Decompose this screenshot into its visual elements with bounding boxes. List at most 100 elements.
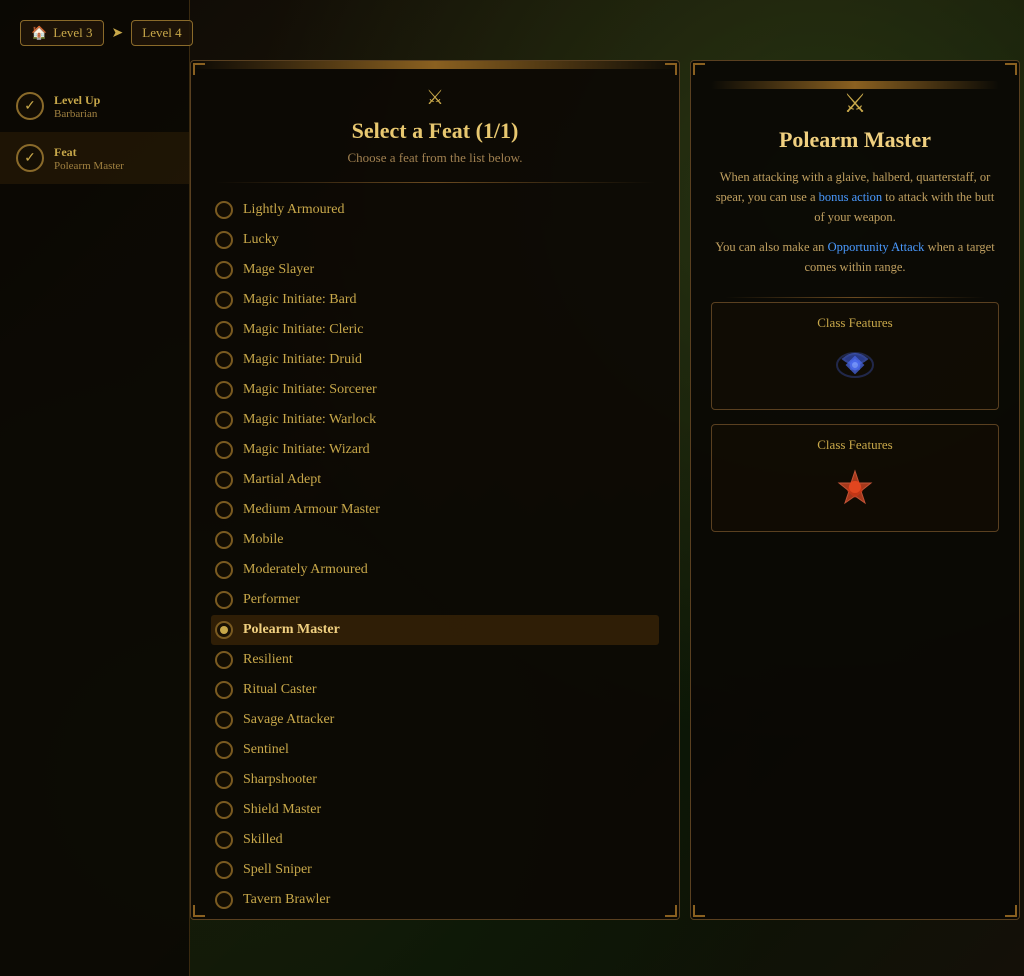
feat-item-lucky[interactable]: Lucky bbox=[211, 225, 659, 255]
corner-tl bbox=[193, 63, 205, 75]
feat-radio-medium-armour-master bbox=[215, 501, 233, 519]
feat-item-lightly-armoured[interactable]: Lightly Armoured bbox=[211, 195, 659, 225]
feat-name-lucky: Lucky bbox=[243, 232, 279, 248]
feat-item-sentinel[interactable]: Sentinel bbox=[211, 735, 659, 765]
step-feat-text: Feat Polearm Master bbox=[54, 145, 124, 172]
step-feat-circle: ✓ bbox=[16, 144, 44, 172]
feat-radio-sharpshooter bbox=[215, 771, 233, 789]
feat-name-moderately-armoured: Moderately Armoured bbox=[243, 562, 368, 578]
feat-radio-ritual-caster bbox=[215, 681, 233, 699]
current-level: 🏠 Level 3 bbox=[20, 20, 104, 46]
feat-item-magic-initiate-wizard[interactable]: Magic Initiate: Wizard bbox=[211, 435, 659, 465]
feat-name-savage-attacker: Savage Attacker bbox=[243, 712, 334, 728]
feat-name-sharpshooter: Sharpshooter bbox=[243, 772, 317, 788]
feat-radio-moderately-armoured bbox=[215, 561, 233, 579]
feat-item-mobile[interactable]: Mobile bbox=[211, 525, 659, 555]
feat-name-medium-armour-master: Medium Armour Master bbox=[243, 502, 380, 518]
feat-list-wrapper: Lightly Armoured Lucky Mage Slayer Magic In… bbox=[191, 187, 679, 919]
bonus-action-text: bonus action bbox=[819, 190, 883, 204]
feat-item-magic-initiate-warlock[interactable]: Magic Initiate: Warlock bbox=[211, 405, 659, 435]
feat-selection-panel: ⚔ Select a Feat (1/1) Choose a feat from… bbox=[190, 60, 680, 920]
feat-radio-spell-sniper bbox=[215, 861, 233, 879]
level4-label: Level 4 bbox=[142, 25, 181, 41]
panel-top-decoration bbox=[191, 61, 679, 69]
feat-name-spell-sniper: Spell Sniper bbox=[243, 862, 312, 878]
feat-radio-magic-initiate-warlock bbox=[215, 411, 233, 429]
feat-radio-lightly-armoured bbox=[215, 201, 233, 219]
feat-item-spell-sniper[interactable]: Spell Sniper bbox=[211, 855, 659, 885]
panel-subtitle: Choose a feat from the list below. bbox=[348, 150, 523, 166]
feat-item-shield-master[interactable]: Shield Master bbox=[211, 795, 659, 825]
feat-radio-sentinel bbox=[215, 741, 233, 759]
feat-radio-tavern-brawler bbox=[215, 891, 233, 909]
feat-radio-magic-initiate-wizard bbox=[215, 441, 233, 459]
feat-name-mage-slayer: Mage Slayer bbox=[243, 262, 314, 278]
feat-radio-savage-attacker bbox=[215, 711, 233, 729]
feat-detail-description2: You can also make an Opportunity Attack … bbox=[711, 237, 999, 277]
feat-name-magic-initiate-sorcerer: Magic Initiate: Sorcerer bbox=[243, 382, 377, 398]
feat-item-savage-attacker[interactable]: Savage Attacker bbox=[211, 705, 659, 735]
feat-name-shield-master: Shield Master bbox=[243, 802, 321, 818]
feat-item-moderately-armoured[interactable]: Moderately Armoured bbox=[211, 555, 659, 585]
feat-item-tavern-brawler[interactable]: Tavern Brawler bbox=[211, 885, 659, 915]
steps-panel: ✓ Level Up Barbarian ✓ Feat Polearm Mast… bbox=[0, 0, 190, 976]
class-feature-box-2: Class Features bbox=[711, 424, 999, 532]
corner-tr bbox=[665, 63, 677, 75]
class-feature-icon-2 bbox=[831, 463, 879, 519]
feat-name-magic-initiate-wizard: Magic Initiate: Wizard bbox=[243, 442, 370, 458]
feat-radio-martial-adept bbox=[215, 471, 233, 489]
feat-item-magic-initiate-druid[interactable]: Magic Initiate: Druid bbox=[211, 345, 659, 375]
step-feat-label: Feat bbox=[54, 145, 124, 160]
feat-name-magic-initiate-druid: Magic Initiate: Druid bbox=[243, 352, 362, 368]
feat-name-martial-adept: Martial Adept bbox=[243, 472, 321, 488]
feat-item-ritual-caster[interactable]: Ritual Caster bbox=[211, 675, 659, 705]
feat-item-skilled[interactable]: Skilled bbox=[211, 825, 659, 855]
feat-item-sharpshooter[interactable]: Sharpshooter bbox=[211, 765, 659, 795]
right-corner-br bbox=[1005, 905, 1017, 917]
feat-list[interactable]: Lightly Armoured Lucky Mage Slayer Magic In… bbox=[191, 187, 679, 919]
feat-item-magic-initiate-cleric[interactable]: Magic Initiate: Cleric bbox=[211, 315, 659, 345]
step-feat[interactable]: ✓ Feat Polearm Master bbox=[0, 132, 189, 184]
feat-name-ritual-caster: Ritual Caster bbox=[243, 682, 317, 698]
step-level-up-text: Level Up Barbarian bbox=[54, 93, 100, 120]
feat-radio-mage-slayer bbox=[215, 261, 233, 279]
feat-item-resilient[interactable]: Resilient bbox=[211, 645, 659, 675]
feat-item-medium-armour-master[interactable]: Medium Armour Master bbox=[211, 495, 659, 525]
feat-name-polearm-master: Polearm Master bbox=[243, 622, 340, 638]
feat-item-magic-initiate-sorcerer[interactable]: Magic Initiate: Sorcerer bbox=[211, 375, 659, 405]
level-arrow: ➤ bbox=[112, 25, 124, 42]
feat-radio-magic-initiate-cleric bbox=[215, 321, 233, 339]
right-divider1 bbox=[725, 297, 984, 298]
step-level-up-circle: ✓ bbox=[16, 92, 44, 120]
feat-name-sentinel: Sentinel bbox=[243, 742, 289, 758]
feat-name-mobile: Mobile bbox=[243, 532, 283, 548]
feat-name-performer: Performer bbox=[243, 592, 300, 608]
step-level-up-sublabel: Barbarian bbox=[54, 108, 100, 120]
feat-name-magic-initiate-warlock: Magic Initiate: Warlock bbox=[243, 412, 376, 428]
header-divider bbox=[215, 182, 654, 183]
feat-item-mage-slayer[interactable]: Mage Slayer bbox=[211, 255, 659, 285]
feat-name-resilient: Resilient bbox=[243, 652, 293, 668]
feat-detail-title: Polearm Master bbox=[779, 127, 931, 153]
next-level: Level 4 bbox=[131, 20, 192, 46]
feat-radio-mobile bbox=[215, 531, 233, 549]
feat-item-magic-initiate-bard[interactable]: Magic Initiate: Bard bbox=[211, 285, 659, 315]
feat-name-skilled: Skilled bbox=[243, 832, 283, 848]
step-level-up-label: Level Up bbox=[54, 93, 100, 108]
feat-name-magic-initiate-cleric: Magic Initiate: Cleric bbox=[243, 322, 364, 338]
feat-radio-resilient bbox=[215, 651, 233, 669]
feat-radio-magic-initiate-bard bbox=[215, 291, 233, 309]
feat-item-tough[interactable]: Tough bbox=[211, 915, 659, 919]
feat-item-martial-adept[interactable]: Martial Adept bbox=[211, 465, 659, 495]
step-feat-sublabel: Polearm Master bbox=[54, 160, 124, 172]
step-level-up[interactable]: ✓ Level Up Barbarian bbox=[0, 80, 189, 132]
feat-radio-shield-master bbox=[215, 801, 233, 819]
class-feature-icon-1 bbox=[831, 341, 879, 397]
feat-radio-performer bbox=[215, 591, 233, 609]
right-corner-bl bbox=[693, 905, 705, 917]
feat-radio-lucky bbox=[215, 231, 233, 249]
feat-item-polearm-master[interactable]: Polearm Master bbox=[211, 615, 659, 645]
feat-item-performer[interactable]: Performer bbox=[211, 585, 659, 615]
level3-label: Level 3 bbox=[53, 25, 92, 41]
feat-detail-icon: ⚔ bbox=[843, 89, 866, 119]
